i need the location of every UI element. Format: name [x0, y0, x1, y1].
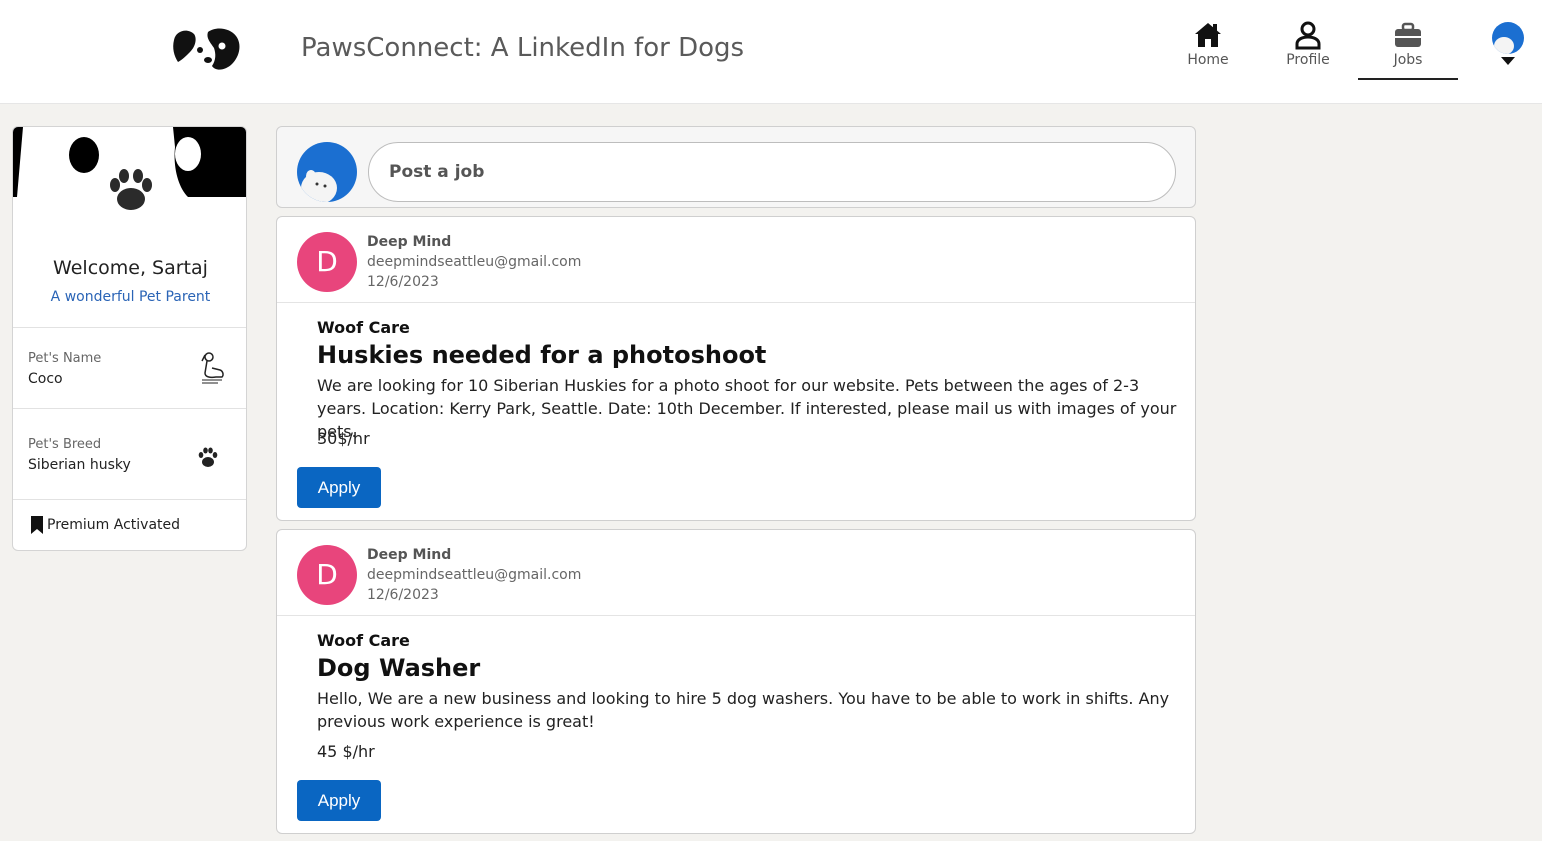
premium-label: Premium Activated — [47, 517, 181, 533]
person-icon — [1295, 21, 1321, 50]
job-pay: 30$/hr — [317, 429, 370, 448]
divider — [13, 327, 246, 328]
top-navbar: PawsConnect: A LinkedIn for Dogs Home Pr… — [0, 0, 1542, 104]
pet-name-label: Pet's Name — [28, 351, 102, 366]
divider — [13, 499, 246, 500]
post-date: 12/6/2023 — [367, 587, 439, 603]
nav-jobs[interactable]: Jobs — [1358, 20, 1458, 80]
welcome-text: Welcome, Sartaj — [53, 257, 208, 279]
job-description: We are looking for 10 Siberian Huskies f… — [317, 376, 1177, 441]
pet-name-value: Coco — [28, 371, 63, 387]
poster-avatar: D — [297, 545, 357, 605]
post-job-input[interactable]: Post a job — [368, 142, 1176, 202]
paw-icon — [198, 447, 218, 467]
bookmark-icon — [31, 516, 43, 534]
home-icon — [1195, 23, 1221, 47]
poster-name: Deep Mind — [367, 234, 452, 250]
premium-status[interactable]: Premium Activated — [31, 516, 180, 536]
job-description: Hello, We are a new business and looking… — [317, 689, 1170, 731]
job-pay: 45 $/hr — [317, 742, 375, 761]
user-avatar — [297, 142, 357, 202]
pet-breed-label: Pet's Breed — [28, 437, 102, 452]
job-card: D Deep Mind deepmindseattleu@gmail.com 1… — [276, 529, 1196, 834]
dog-logo-icon[interactable] — [170, 26, 242, 72]
nav-home[interactable]: Home — [1158, 20, 1258, 80]
job-title: Huskies needed for a photoshoot — [317, 341, 767, 369]
user-avatar[interactable] — [1492, 22, 1524, 54]
nav-profile[interactable]: Profile — [1258, 20, 1358, 80]
divider — [277, 615, 1195, 616]
profile-card: Welcome, Sartaj A wonderful Pet Parent P… — [12, 126, 247, 551]
pet-breed-value: Siberian husky — [28, 457, 131, 473]
poster-email: deepmindseattleu@gmail.com — [367, 567, 582, 583]
divider — [13, 408, 246, 409]
paw-icon — [110, 169, 152, 210]
caret-down-icon[interactable] — [1500, 56, 1516, 66]
paw-avatar — [93, 147, 169, 223]
nav-home-label: Home — [1187, 52, 1229, 68]
apply-button[interactable]: Apply — [297, 467, 381, 508]
divider — [277, 302, 1195, 303]
profile-tagline: A wonderful Pet Parent — [50, 289, 211, 305]
job-title: Dog Washer — [317, 654, 481, 682]
poster-avatar: D — [297, 232, 357, 292]
sitting-dog-icon — [201, 352, 224, 384]
nav-jobs-label: Jobs — [1393, 52, 1423, 68]
apply-button[interactable]: Apply — [297, 780, 381, 821]
company-name: Woof Care — [317, 631, 410, 650]
job-card: D Deep Mind deepmindseattleu@gmail.com 1… — [276, 216, 1196, 521]
poster-email: deepmindseattleu@gmail.com — [367, 254, 582, 270]
company-name: Woof Care — [317, 318, 410, 337]
app-title: PawsConnect: A LinkedIn for Dogs — [301, 33, 745, 63]
post-date: 12/6/2023 — [367, 274, 439, 290]
poster-name: Deep Mind — [367, 547, 452, 563]
nav-profile-label: Profile — [1286, 52, 1330, 68]
post-job-box: Post a job — [276, 126, 1196, 208]
briefcase-icon — [1395, 22, 1421, 47]
